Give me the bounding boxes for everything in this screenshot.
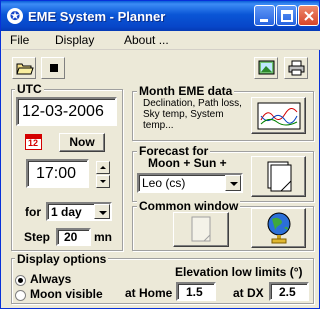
picture-icon bbox=[258, 60, 275, 75]
moon-visible-label[interactable]: Moon visible bbox=[30, 287, 103, 301]
globe-icon bbox=[267, 212, 291, 244]
moon-visible-radio[interactable] bbox=[15, 290, 26, 301]
calendar-button[interactable]: 12 bbox=[25, 134, 42, 150]
home-elevation-value: 1.5 bbox=[186, 285, 203, 299]
always-label[interactable]: Always bbox=[30, 272, 71, 286]
menu-file[interactable]: File bbox=[10, 33, 29, 47]
month-description: Declination, Path loss, Sky temp, System… bbox=[143, 98, 242, 131]
now-button[interactable]: Now bbox=[59, 133, 105, 152]
open-button[interactable] bbox=[12, 57, 36, 79]
elevation-title: Elevation low limits (°) bbox=[175, 265, 303, 279]
window-title: EME System - Planner bbox=[28, 9, 166, 24]
step-unit: mn bbox=[94, 230, 112, 244]
home-label: at Home bbox=[125, 286, 173, 300]
step-field[interactable]: 20 bbox=[56, 228, 91, 246]
forecast-subtitle: Moon + Sun + bbox=[148, 156, 227, 170]
step-value: 20 bbox=[64, 230, 78, 244]
close-icon bbox=[304, 11, 314, 21]
duration-select[interactable]: 1 day bbox=[46, 202, 112, 221]
maximize-icon bbox=[281, 10, 293, 22]
planner-window: ✪ EME System - Planner File Display Abou… bbox=[0, 0, 320, 309]
globe-button[interactable] bbox=[251, 208, 306, 248]
forecast-button[interactable] bbox=[251, 156, 306, 197]
time-spin-up[interactable] bbox=[96, 161, 110, 174]
print-button[interactable] bbox=[284, 57, 308, 79]
common-document-button[interactable] bbox=[173, 212, 229, 247]
duration-dropdown-arrow[interactable] bbox=[94, 204, 110, 219]
maximize-button[interactable] bbox=[276, 5, 297, 26]
time-value: 17:00 bbox=[36, 165, 77, 182]
duration-value: 1 day bbox=[51, 205, 82, 219]
dx-elevation-field[interactable]: 2.5 bbox=[269, 282, 309, 301]
month-data-button[interactable] bbox=[251, 97, 306, 134]
date-value: 12-03-2006 bbox=[22, 103, 104, 120]
stop-button[interactable] bbox=[41, 57, 65, 79]
dx-label: at DX bbox=[233, 286, 264, 300]
minimize-button[interactable] bbox=[254, 5, 275, 26]
menu-about[interactable]: About ... bbox=[124, 33, 169, 47]
for-label: for bbox=[25, 205, 41, 219]
display-options-title: Display options bbox=[15, 252, 109, 266]
common-group-title: Common window bbox=[137, 199, 241, 213]
open-folder-icon bbox=[16, 63, 34, 75]
station-value: Leo (cs) bbox=[142, 176, 186, 190]
home-elevation-field[interactable]: 1.5 bbox=[176, 282, 216, 301]
title-bar[interactable]: ✪ EME System - Planner bbox=[1, 1, 319, 31]
utc-group-title: UTC bbox=[15, 82, 44, 96]
disabled-document-icon bbox=[191, 216, 211, 242]
app-icon: ✪ bbox=[7, 8, 23, 24]
month-group-title: Month EME data bbox=[137, 84, 235, 98]
minimize-icon bbox=[260, 19, 268, 22]
station-dropdown-arrow[interactable] bbox=[225, 175, 241, 191]
date-field[interactable]: 12-03-2006 bbox=[16, 97, 117, 126]
time-field[interactable]: 17:00 bbox=[26, 159, 89, 188]
time-spin-down[interactable] bbox=[96, 175, 110, 188]
printer-icon bbox=[288, 60, 305, 76]
menu-display[interactable]: Display bbox=[55, 33, 94, 47]
wave-chart-icon bbox=[257, 102, 301, 130]
menu-bar: File Display About ... bbox=[2, 31, 320, 50]
stop-square-icon bbox=[50, 64, 58, 72]
step-label: Step bbox=[24, 230, 51, 244]
close-button[interactable] bbox=[298, 5, 319, 26]
station-select[interactable]: Leo (cs) bbox=[137, 173, 243, 193]
dx-elevation-value: 2.5 bbox=[279, 285, 296, 299]
always-radio[interactable] bbox=[15, 275, 26, 286]
calendar-icon: 12 bbox=[28, 138, 39, 148]
document-icon bbox=[267, 161, 292, 192]
picture-button[interactable] bbox=[254, 57, 278, 79]
